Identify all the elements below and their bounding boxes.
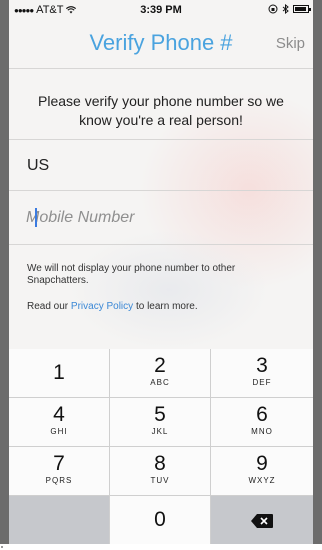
divider bbox=[9, 68, 313, 69]
mobile-number-input[interactable] bbox=[26, 206, 286, 230]
key-0[interactable]: 0 bbox=[110, 496, 211, 544]
key-digit: 6 bbox=[256, 403, 268, 426]
country-selector[interactable]: US bbox=[27, 157, 49, 175]
key-digit: 7 bbox=[53, 452, 65, 475]
policy-suffix: to learn more. bbox=[133, 301, 198, 312]
key-letters: WXYZ bbox=[248, 476, 276, 485]
navigation-bar: Verify Phone # Skip bbox=[9, 20, 313, 68]
key-5[interactable]: 5 JKL bbox=[110, 398, 211, 447]
frame-edge-left bbox=[0, 0, 9, 544]
key-letters: PQRS bbox=[45, 476, 73, 485]
key-blank bbox=[9, 496, 110, 544]
page-title: Verify Phone # bbox=[89, 30, 233, 55]
divider bbox=[9, 244, 313, 245]
key-digit: 8 bbox=[154, 452, 166, 475]
delete-key[interactable] bbox=[211, 496, 313, 544]
key-letters: MNO bbox=[251, 427, 273, 436]
key-9[interactable]: 9 WXYZ bbox=[211, 447, 313, 496]
policy-prefix: Read our bbox=[27, 301, 71, 312]
device-frame: ●●●●● AT&T 3:39 PM Verify Phone # Skip P… bbox=[0, 0, 322, 550]
status-bar: ●●●●● AT&T 3:39 PM bbox=[9, 0, 313, 20]
text-cursor bbox=[35, 208, 37, 227]
key-digit: 9 bbox=[256, 452, 268, 475]
background-glow-2 bbox=[69, 230, 269, 350]
key-2[interactable]: 2 ABC bbox=[110, 349, 211, 398]
key-letters: ABC bbox=[150, 378, 170, 387]
key-digit: 5 bbox=[154, 403, 166, 426]
privacy-policy-link[interactable]: Privacy Policy bbox=[71, 301, 133, 312]
key-1[interactable]: 1 bbox=[9, 349, 110, 398]
backspace-icon bbox=[251, 514, 273, 528]
key-digit: 3 bbox=[256, 354, 268, 377]
verify-message: Please verify your phone number so we kn… bbox=[38, 93, 284, 128]
bluetooth-icon bbox=[282, 4, 289, 14]
key-3[interactable]: 3 DEF bbox=[211, 349, 313, 398]
key-digit: 0 bbox=[154, 508, 166, 531]
frame-edge-right bbox=[313, 0, 322, 544]
key-7[interactable]: 7 PQRS bbox=[9, 447, 110, 496]
key-digit: 2 bbox=[154, 354, 166, 377]
privacy-policy-line: Read our Privacy Policy to learn more. bbox=[27, 301, 297, 312]
key-4[interactable]: 4 GHI bbox=[9, 398, 110, 447]
key-letters: TUV bbox=[150, 476, 170, 485]
key-letters: GHI bbox=[50, 427, 68, 436]
number-keypad: 1 2 ABC 3 DEF 4 GHI 5 JKL 6 MNO 7 PQRS 8… bbox=[9, 349, 313, 544]
phone-screen: ●●●●● AT&T 3:39 PM Verify Phone # Skip P… bbox=[9, 0, 313, 544]
rotation-lock-icon bbox=[268, 4, 278, 14]
battery-icon bbox=[293, 5, 311, 13]
key-letters: DEF bbox=[252, 378, 272, 387]
privacy-notice: We will not display your phone number to… bbox=[27, 263, 236, 286]
skip-button[interactable]: Skip bbox=[276, 35, 305, 52]
divider bbox=[9, 139, 313, 140]
key-digit: 1 bbox=[53, 361, 65, 384]
frame-edge-bottom bbox=[0, 544, 322, 550]
key-letters: JKL bbox=[151, 427, 169, 436]
corner-dot bbox=[1, 546, 3, 548]
divider bbox=[9, 190, 313, 191]
key-8[interactable]: 8 TUV bbox=[110, 447, 211, 496]
status-right bbox=[268, 4, 311, 14]
key-6[interactable]: 6 MNO bbox=[211, 398, 313, 447]
key-digit: 4 bbox=[53, 403, 65, 426]
